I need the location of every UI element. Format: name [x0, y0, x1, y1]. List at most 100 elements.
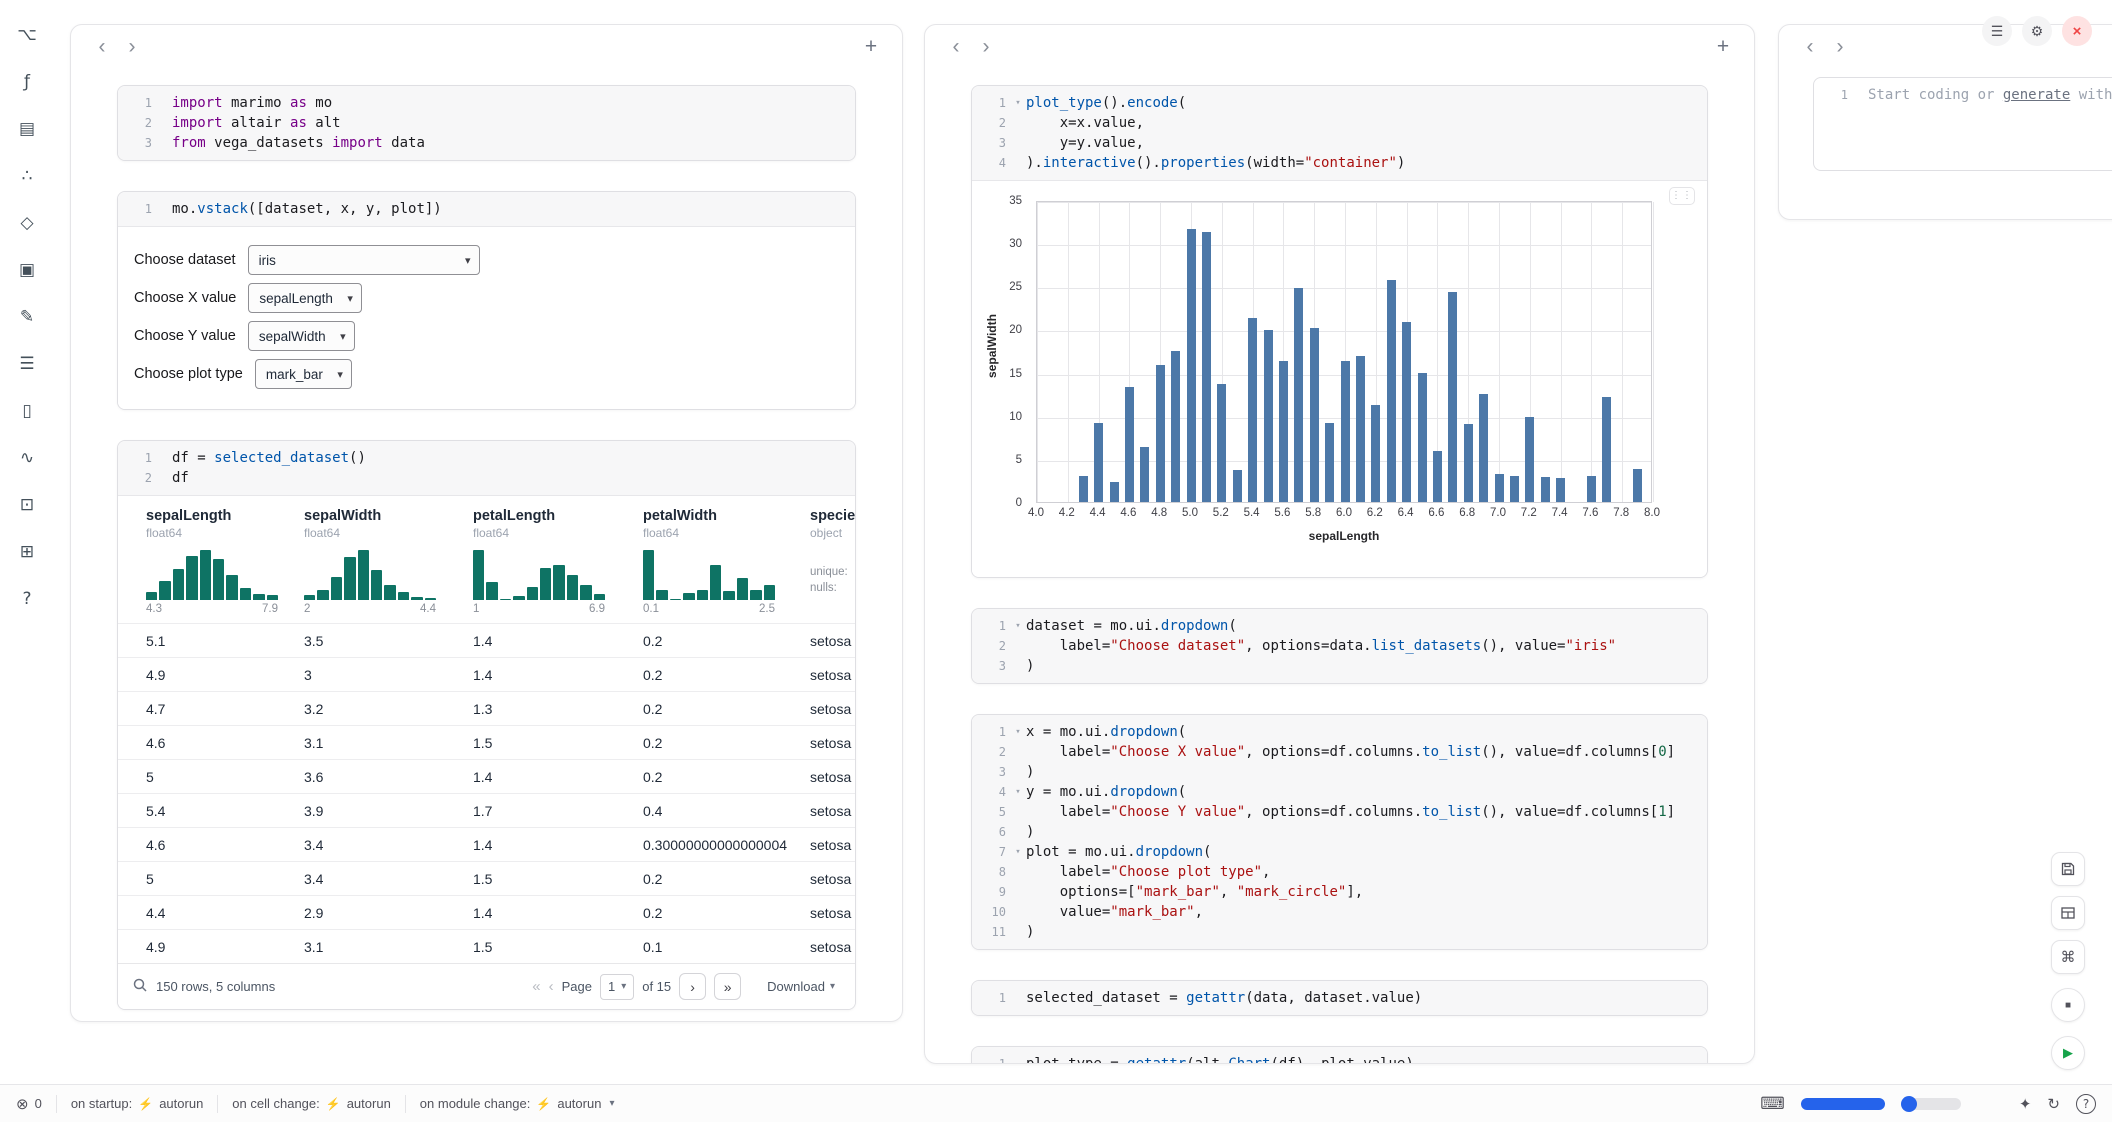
notebook-script-icon[interactable]: ƒ — [12, 69, 42, 95]
layers-icon[interactable]: ▣ — [12, 257, 42, 283]
column-header-sepalLength[interactable]: sepalLengthfloat64 — [146, 508, 304, 540]
table-row[interactable]: 4.42.91.40.2setosa — [118, 895, 855, 929]
dataset-dropdown-cell: 1▾dataset = mo.ui.dropdown(2 label="Choo… — [971, 608, 1708, 684]
table-row[interactable]: 5.43.91.70.4setosa — [118, 793, 855, 827]
error-indicator[interactable]: ⊗ 0 — [16, 1095, 42, 1113]
documentation-icon[interactable]: ▯ — [12, 398, 42, 424]
width-slider[interactable] — [1801, 1098, 1885, 1110]
prev-page-icon[interactable]: ‹ — [549, 978, 554, 995]
generate-with-ai-link[interactable]: generate — [2003, 87, 2070, 103]
code-editor[interactable]: 1▾plot_type().encode(2 x=x.value,3 y=y.v… — [972, 86, 1707, 181]
on-cell-change-setting[interactable]: on cell change: ⚡ autorun — [232, 1096, 391, 1111]
code-editor[interactable]: 1mo.vstack([dataset, x, y, plot]) — [118, 192, 855, 227]
column-header-petalLength[interactable]: petalLengthfloat64 — [473, 508, 643, 540]
column-next-icon[interactable]: › — [1825, 32, 1855, 62]
chart-bar — [1371, 405, 1380, 503]
table-row[interactable]: 4.63.41.40.30000000000000004setosa — [118, 827, 855, 861]
row-count-label: 150 rows, 5 columns — [156, 979, 275, 994]
file-explorer-icon[interactable]: ⌥ — [12, 22, 42, 48]
x-value-dropdown[interactable]: sepalLength▾ — [248, 283, 362, 313]
scratchpad-icon[interactable]: ✎ — [12, 304, 42, 330]
table-row[interactable]: 53.61.40.2setosa — [118, 759, 855, 793]
outline-icon[interactable]: ☰ — [12, 351, 42, 377]
snippets-icon[interactable]: ⊞ — [12, 539, 42, 565]
toggle-slider[interactable] — [1901, 1098, 1961, 1110]
table-row[interactable]: 4.63.11.50.2setosa — [118, 725, 855, 759]
code-editor[interactable]: 1selected_dataset = getattr(data, datase… — [972, 981, 1707, 1015]
dependency-graph-icon[interactable]: ∴ — [12, 163, 42, 189]
altair-bar-chart[interactable]: sepalWidth 05101520253035 4.04.24.44.64.… — [980, 191, 1680, 563]
last-page-icon[interactable]: » — [714, 973, 741, 1000]
dropdown-controls-output: Choose datasetiris▾Choose X valuesepalLe… — [118, 227, 855, 409]
chart-bar — [1264, 330, 1273, 502]
add-cell-icon[interactable]: + — [856, 32, 886, 62]
on-module-change-setting[interactable]: on module change: ⚡ autorun ▾ — [420, 1096, 615, 1111]
command-palette-button[interactable]: ⌘ — [2051, 940, 2085, 974]
download-button[interactable]: Download▾ — [767, 979, 835, 994]
table-row[interactable]: 53.41.50.2setosa — [118, 861, 855, 895]
vstack-cell: 1mo.vstack([dataset, x, y, plot]) Choose… — [117, 191, 856, 410]
selected-dataset-cell: 1selected_dataset = getattr(data, datase… — [971, 980, 1708, 1016]
x-value-label: Choose X value — [134, 290, 236, 306]
add-cell-icon[interactable]: + — [1708, 32, 1738, 62]
table-row[interactable]: 4.93.11.50.1setosa — [118, 929, 855, 963]
chart-bar — [1587, 476, 1596, 502]
column-prev-icon[interactable]: ‹ — [87, 32, 117, 62]
packages-icon[interactable]: ◇ — [12, 210, 42, 236]
terminal-icon[interactable]: ⊡ — [12, 492, 42, 518]
dataframe-table: sepalLengthfloat64sepalWidthfloat64petal… — [118, 496, 855, 1009]
chevron-down-icon: ▾ — [609, 1098, 614, 1109]
datasources-icon[interactable]: ▤ — [12, 116, 42, 142]
dataset-dropdown[interactable]: iris▾ — [248, 245, 480, 275]
chart-bar — [1248, 318, 1257, 502]
next-page-icon[interactable]: › — [679, 973, 706, 1000]
settings-gear-icon[interactable]: ⚙ — [2022, 16, 2052, 46]
chart-cell: 1▾plot_type().encode(2 x=x.value,3 y=y.v… — [971, 85, 1708, 578]
chevron-down-icon: ▾ — [830, 981, 835, 992]
help-icon[interactable]: ? — [2076, 1094, 2096, 1114]
keyboard-icon[interactable]: ⌨ — [1760, 1094, 1785, 1114]
column-prev-icon[interactable]: ‹ — [1795, 32, 1825, 62]
error-count: 0 — [35, 1096, 42, 1111]
column-next-icon[interactable]: › — [117, 32, 147, 62]
chevron-down-icon: ▾ — [347, 292, 353, 305]
floating-actions: ⌘ ■ ▶ — [2051, 852, 2085, 1070]
code-editor[interactable]: 1df = selected_dataset()2df — [118, 441, 855, 496]
refresh-icon[interactable]: ↻ — [2047, 1095, 2060, 1113]
chevron-down-icon: ▾ — [337, 368, 343, 381]
search-icon[interactable] — [132, 977, 148, 996]
new-cell-editor[interactable]: 1 Start coding or generate with AI — [1813, 77, 2112, 171]
menu-icon[interactable]: ☰ — [1982, 16, 2012, 46]
left-rail: ⌥ ƒ ▤ ∴ ◇ ▣ ✎ ☰ ▯ ∿ ⊡ ⊞? — [0, 0, 54, 1084]
table-view-button[interactable] — [2051, 896, 2085, 930]
on-startup-setting[interactable]: on startup: ⚡ autorun — [71, 1096, 203, 1111]
x-value-row: Choose X value sepalLength▾ — [134, 279, 839, 317]
page-number-select[interactable]: 1▾ — [600, 974, 634, 1000]
chart-bar — [1341, 361, 1350, 503]
run-button[interactable]: ▶ — [2051, 1036, 2085, 1070]
column-header-sepalWidth[interactable]: sepalWidthfloat64 — [304, 508, 473, 540]
table-row[interactable]: 4.931.40.2setosa — [118, 657, 855, 691]
save-button[interactable] — [2051, 852, 2085, 886]
code-editor[interactable]: 1plot_type = getattr(alt.Chart(df), plot… — [972, 1047, 1707, 1064]
code-editor[interactable]: 1▾dataset = mo.ui.dropdown(2 label="Choo… — [972, 609, 1707, 683]
plot-type-dropdown[interactable]: mark_bar▾ — [255, 359, 352, 389]
table-row[interactable]: 4.73.21.30.2setosa — [118, 691, 855, 725]
help-icon[interactable]: ? — [12, 586, 42, 612]
column-prev-icon[interactable]: ‹ — [941, 32, 971, 62]
lightning-icon: ⚡ — [326, 1097, 341, 1111]
chart-bar — [1402, 322, 1411, 502]
tracing-icon[interactable]: ∿ — [12, 445, 42, 471]
ai-sparkle-icon[interactable]: ✦ — [2019, 1095, 2032, 1113]
x-axis-title: sepalLength — [1036, 529, 1652, 543]
shutdown-icon[interactable]: × — [2062, 16, 2092, 46]
code-editor[interactable]: 1import marimo as mo2import altair as al… — [118, 86, 855, 160]
interrupt-button[interactable]: ■ — [2051, 988, 2085, 1022]
column-next-icon[interactable]: › — [971, 32, 1001, 62]
code-editor[interactable]: 1▾x = mo.ui.dropdown(2 label="Choose X v… — [972, 715, 1707, 949]
table-row[interactable]: 5.13.51.40.2setosa — [118, 623, 855, 657]
column-header-petalWidth[interactable]: petalWidthfloat64 — [643, 508, 810, 540]
y-value-dropdown[interactable]: sepalWidth▾ — [248, 321, 355, 351]
first-page-icon[interactable]: « — [532, 978, 540, 995]
column-header-species[interactable]: speciesobject — [810, 508, 855, 540]
